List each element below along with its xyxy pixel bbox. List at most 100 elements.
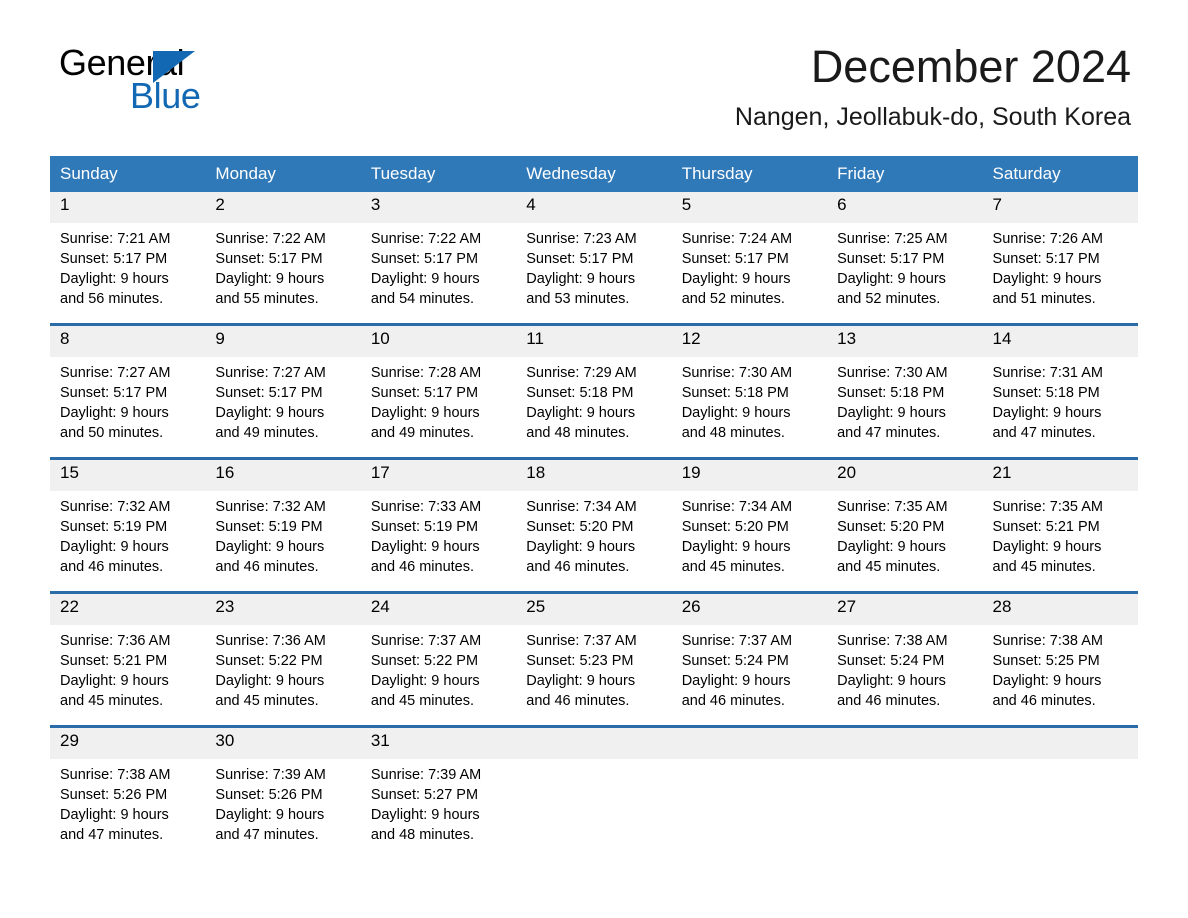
daylight-text-line2: and 45 minutes. bbox=[837, 559, 941, 575]
day-details: Sunrise: 7:21 AM Sunset: 5:17 PM Daylight:… bbox=[50, 223, 205, 309]
logo-text-blue: Blue bbox=[130, 75, 201, 116]
day-cell[interactable]: 1 Sunrise: 7:21 AM Sunset: 5:17 PM Daylight… bbox=[50, 192, 206, 325]
day-cell[interactable]: 6 Sunrise: 7:25 AM Sunset: 5:17 PM Daylight… bbox=[827, 192, 983, 325]
sunset-text: Sunset: 5:26 PM bbox=[215, 787, 323, 803]
day-cell[interactable]: 8 Sunrise: 7:27 AM Sunset: 5:17 PM Daylight… bbox=[50, 323, 206, 459]
daylight-text-line1: Daylight: 9 hours bbox=[370, 539, 480, 555]
weekday-header-monday: Monday bbox=[205, 156, 361, 192]
day-details: Sunrise: 7:39 AM Sunset: 5:27 PM Daylight:… bbox=[361, 759, 516, 845]
day-cell[interactable]: 3 Sunrise: 7:22 AM Sunset: 5:17 PM Daylight… bbox=[360, 192, 517, 325]
day-number: 28 bbox=[982, 594, 1138, 625]
sunset-text: Sunset: 5:19 PM bbox=[370, 519, 479, 535]
sunset-text: Sunset: 5:18 PM bbox=[681, 385, 789, 401]
daylight-text-line2: and 46 minutes. bbox=[370, 559, 475, 575]
day-cell[interactable]: 15 Sunrise: 7:32 AM Sunset: 5:19 PM Dayligh… bbox=[50, 457, 206, 593]
sunrise-text: Sunrise: 7:26 AM bbox=[992, 231, 1103, 247]
sunset-text: Sunset: 5:23 PM bbox=[526, 653, 634, 669]
day-cell[interactable]: 23 Sunrise: 7:36 AM Sunset: 5:22 PM Dayligh… bbox=[205, 591, 361, 727]
day-number: 11 bbox=[516, 326, 672, 357]
day-cell[interactable]: 27 Sunrise: 7:38 AM Sunset: 5:24 PM Dayligh… bbox=[827, 591, 983, 727]
day-number: 31 bbox=[360, 728, 517, 759]
sunrise-text: Sunrise: 7:22 AM bbox=[370, 231, 482, 247]
daylight-text-line2: and 54 minutes. bbox=[370, 291, 475, 307]
sunrise-text: Sunrise: 7:31 AM bbox=[992, 365, 1103, 381]
daylight-text-line2: and 47 minutes. bbox=[215, 827, 319, 843]
day-number: 6 bbox=[827, 192, 983, 223]
sunset-text: Sunset: 5:17 PM bbox=[992, 251, 1100, 267]
sunrise-text: Sunrise: 7:30 AM bbox=[837, 365, 948, 381]
sunrise-text: Sunrise: 7:36 AM bbox=[60, 633, 171, 649]
day-number: 27 bbox=[827, 594, 983, 625]
day-number: 25 bbox=[516, 594, 672, 625]
daylight-text-line2: and 50 minutes. bbox=[60, 425, 164, 441]
weekday-header-saturday: Saturday bbox=[982, 156, 1138, 192]
day-cell[interactable]: 13 Sunrise: 7:30 AM Sunset: 5:18 PM Dayligh… bbox=[827, 323, 983, 459]
daylight-text-line1: Daylight: 9 hours bbox=[370, 405, 480, 421]
day-number: 12 bbox=[671, 326, 828, 357]
page-header: General Blue December 2024 Nangen, Jeoll… bbox=[50, 0, 1138, 131]
daylight-text-line1: Daylight: 9 hours bbox=[992, 539, 1102, 555]
sunset-text: Sunset: 5:18 PM bbox=[992, 385, 1100, 401]
day-cell[interactable]: 25 Sunrise: 7:37 AM Sunset: 5:23 PM Dayligh… bbox=[516, 591, 672, 727]
daylight-text-line2: and 46 minutes. bbox=[681, 693, 785, 709]
calendar-header-row: Sunday Monday Tuesday Wednesday Thursday… bbox=[50, 156, 1138, 192]
day-cell[interactable]: 28 Sunrise: 7:38 AM Sunset: 5:25 PM Dayligh… bbox=[982, 591, 1138, 727]
day-cell[interactable]: 30 Sunrise: 7:39 AM Sunset: 5:26 PM Dayligh… bbox=[205, 725, 361, 859]
sunset-text: Sunset: 5:20 PM bbox=[681, 519, 789, 535]
sunset-text: Sunset: 5:19 PM bbox=[215, 519, 323, 535]
day-details: Sunrise: 7:24 AM Sunset: 5:17 PM Daylight:… bbox=[672, 223, 827, 309]
day-number bbox=[516, 728, 672, 759]
weekday-header-tuesday: Tuesday bbox=[360, 156, 517, 192]
daylight-text-line2: and 48 minutes. bbox=[681, 425, 785, 441]
daylight-text-line2: and 46 minutes. bbox=[526, 693, 630, 709]
daylight-text-line2: and 46 minutes. bbox=[60, 559, 164, 575]
daylight-text-line1: Daylight: 9 hours bbox=[526, 673, 636, 689]
weekday-header-sunday: Sunday bbox=[50, 156, 206, 192]
sunset-text: Sunset: 5:17 PM bbox=[60, 251, 168, 267]
day-cell[interactable]: 19 Sunrise: 7:34 AM Sunset: 5:20 PM Dayligh… bbox=[671, 457, 828, 593]
day-cell[interactable]: 20 Sunrise: 7:35 AM Sunset: 5:20 PM Dayligh… bbox=[827, 457, 983, 593]
general-blue-logo[interactable]: General Blue bbox=[59, 45, 219, 115]
day-cell[interactable]: 7 Sunrise: 7:26 AM Sunset: 5:17 PM Daylight… bbox=[982, 192, 1138, 325]
day-cell[interactable]: 24 Sunrise: 7:37 AM Sunset: 5:22 PM Dayligh… bbox=[360, 591, 517, 727]
day-details: Sunrise: 7:22 AM Sunset: 5:17 PM Daylight:… bbox=[361, 223, 516, 309]
day-cell-empty bbox=[982, 725, 1138, 859]
day-details: Sunrise: 7:25 AM Sunset: 5:17 PM Daylight:… bbox=[827, 223, 982, 309]
day-cell[interactable]: 2 Sunrise: 7:22 AM Sunset: 5:17 PM Daylight… bbox=[205, 192, 361, 325]
day-cell[interactable]: 22 Sunrise: 7:36 AM Sunset: 5:21 PM Dayligh… bbox=[50, 591, 206, 727]
day-details: Sunrise: 7:31 AM Sunset: 5:18 PM Daylight:… bbox=[983, 357, 1138, 443]
sunrise-text: Sunrise: 7:29 AM bbox=[526, 365, 637, 381]
sunrise-text: Sunrise: 7:25 AM bbox=[837, 231, 948, 247]
sunrise-text: Sunrise: 7:38 AM bbox=[60, 767, 171, 783]
sunset-text: Sunset: 5:17 PM bbox=[526, 251, 634, 267]
day-details: Sunrise: 7:32 AM Sunset: 5:19 PM Daylight:… bbox=[205, 491, 360, 577]
day-cell[interactable]: 10 Sunrise: 7:28 AM Sunset: 5:17 PM Dayligh… bbox=[360, 323, 517, 459]
day-cell[interactable]: 5 Sunrise: 7:24 AM Sunset: 5:17 PM Daylight… bbox=[671, 192, 828, 325]
day-number: 17 bbox=[360, 460, 517, 491]
day-details: Sunrise: 7:38 AM Sunset: 5:26 PM Daylight:… bbox=[50, 759, 205, 845]
sunset-text: Sunset: 5:17 PM bbox=[215, 251, 323, 267]
day-cell[interactable]: 9 Sunrise: 7:27 AM Sunset: 5:17 PM Daylight… bbox=[205, 323, 361, 459]
day-cell[interactable]: 21 Sunrise: 7:35 AM Sunset: 5:21 PM Dayligh… bbox=[982, 457, 1138, 593]
sunrise-text: Sunrise: 7:30 AM bbox=[681, 365, 793, 381]
day-cell[interactable]: 26 Sunrise: 7:37 AM Sunset: 5:24 PM Dayligh… bbox=[671, 591, 828, 727]
day-cell[interactable]: 17 Sunrise: 7:33 AM Sunset: 5:19 PM Dayligh… bbox=[360, 457, 517, 593]
day-cell[interactable]: 14 Sunrise: 7:31 AM Sunset: 5:18 PM Dayligh… bbox=[982, 323, 1138, 459]
day-cell[interactable]: 16 Sunrise: 7:32 AM Sunset: 5:19 PM Dayligh… bbox=[205, 457, 361, 593]
daylight-text-line2: and 48 minutes. bbox=[370, 827, 475, 843]
day-cell[interactable]: 4 Sunrise: 7:23 AM Sunset: 5:17 PM Daylight… bbox=[516, 192, 672, 325]
day-number bbox=[827, 728, 983, 759]
weekday-header-wednesday: Wednesday bbox=[516, 156, 672, 192]
day-number: 4 bbox=[516, 192, 672, 223]
calendar-body: 1 Sunrise: 7:21 AM Sunset: 5:17 PM Daylight… bbox=[50, 192, 1138, 859]
day-cell[interactable]: 11 Sunrise: 7:29 AM Sunset: 5:18 PM Dayligh… bbox=[516, 323, 672, 459]
day-cell[interactable]: 18 Sunrise: 7:34 AM Sunset: 5:20 PM Dayligh… bbox=[516, 457, 672, 593]
sunrise-text: Sunrise: 7:22 AM bbox=[215, 231, 326, 247]
day-cell[interactable]: 29 Sunrise: 7:38 AM Sunset: 5:26 PM Dayligh… bbox=[50, 725, 206, 859]
day-cell[interactable]: 31 Sunrise: 7:39 AM Sunset: 5:27 PM Dayligh… bbox=[360, 725, 517, 859]
weekday-header-friday: Friday bbox=[827, 156, 983, 192]
day-number: 3 bbox=[360, 192, 517, 223]
day-cell[interactable]: 12 Sunrise: 7:30 AM Sunset: 5:18 PM Dayligh… bbox=[671, 323, 828, 459]
sunrise-text: Sunrise: 7:39 AM bbox=[370, 767, 482, 783]
day-number: 19 bbox=[671, 460, 828, 491]
